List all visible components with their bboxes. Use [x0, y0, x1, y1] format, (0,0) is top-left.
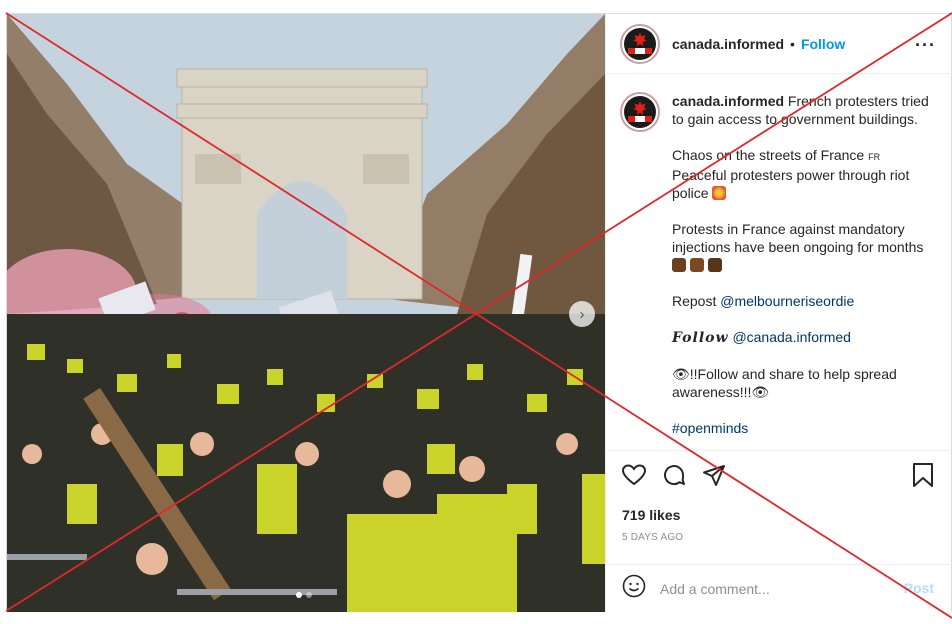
protest-photo-illustration: [7, 14, 605, 612]
paper-plane-icon: [703, 464, 725, 486]
carousel-indicator: [296, 592, 312, 598]
post-side-panel: canada.informed • Follow ··· canada.info…: [605, 14, 952, 612]
post-photo[interactable]: ›: [7, 14, 605, 612]
avatar[interactable]: [620, 23, 660, 64]
follow-script-text: Follow: [672, 330, 729, 346]
flexed-biceps-emoji-icon: [689, 258, 704, 272]
hashtag-link[interactable]: #openminds: [672, 420, 748, 436]
comment-button[interactable]: [660, 461, 688, 489]
like-button[interactable]: [620, 461, 648, 489]
caption-avatar[interactable]: [620, 92, 660, 132]
collision-emoji-icon: [712, 186, 727, 200]
raised-hands-emoji-icon: [672, 258, 686, 272]
follow-handle-link[interactable]: @canada.informed: [732, 329, 851, 345]
fist-emoji-icon: [707, 258, 722, 272]
eye-emoji-icon: 👁: [751, 384, 770, 400]
follow-button[interactable]: Follow: [801, 36, 845, 52]
caption-line-3: Peaceful protesters power through riot p…: [672, 167, 910, 201]
comment-input[interactable]: [660, 580, 890, 597]
caption-line-2: Chaos on the streets of France: [672, 147, 865, 163]
smiley-icon: [622, 574, 646, 598]
heart-icon: [622, 463, 646, 485]
instagram-post-frame: › canada.informed • Follow ··· canada.in…: [6, 13, 952, 612]
action-bar: [606, 450, 952, 498]
caption-username[interactable]: canada.informed: [672, 93, 784, 109]
caption-line-4: Protests in France against mandatory inj…: [672, 221, 924, 255]
eye-emoji-icon: 👁: [672, 366, 690, 382]
post-caption: canada.informed French protesters tried …: [672, 92, 930, 450]
comment-bubble-icon: [664, 464, 685, 485]
carousel-next-button[interactable]: ›: [569, 301, 595, 327]
save-button[interactable]: [912, 463, 934, 492]
share-text: !!Follow and share to help spread awaren…: [672, 366, 897, 400]
comment-bar: Post: [606, 564, 952, 612]
emoji-picker-button[interactable]: [622, 574, 646, 603]
profile-logo-icon: [624, 27, 656, 60]
share-button[interactable]: [700, 461, 728, 489]
separator-dot: •: [790, 35, 795, 52]
bookmark-icon: [913, 463, 933, 487]
flag-fr-text: FR: [868, 152, 881, 162]
chevron-right-icon: ›: [579, 305, 585, 323]
post-username[interactable]: canada.informed: [672, 36, 784, 52]
more-options-button[interactable]: ···: [915, 36, 936, 54]
post-timestamp[interactable]: 5 days ago: [622, 532, 683, 543]
profile-logo-icon: [624, 96, 656, 128]
caption-scroll-area[interactable]: canada.informed French protesters tried …: [606, 74, 952, 450]
repost-handle-link[interactable]: @melbourneriseordie: [720, 293, 854, 309]
likes-count[interactable]: 719 likes: [622, 507, 680, 523]
repost-label: Repost: [672, 293, 717, 309]
post-header: canada.informed • Follow ···: [606, 14, 952, 74]
post-comment-button[interactable]: Post: [904, 580, 934, 596]
carousel-dot: [296, 592, 302, 598]
carousel-dot: [306, 592, 312, 598]
